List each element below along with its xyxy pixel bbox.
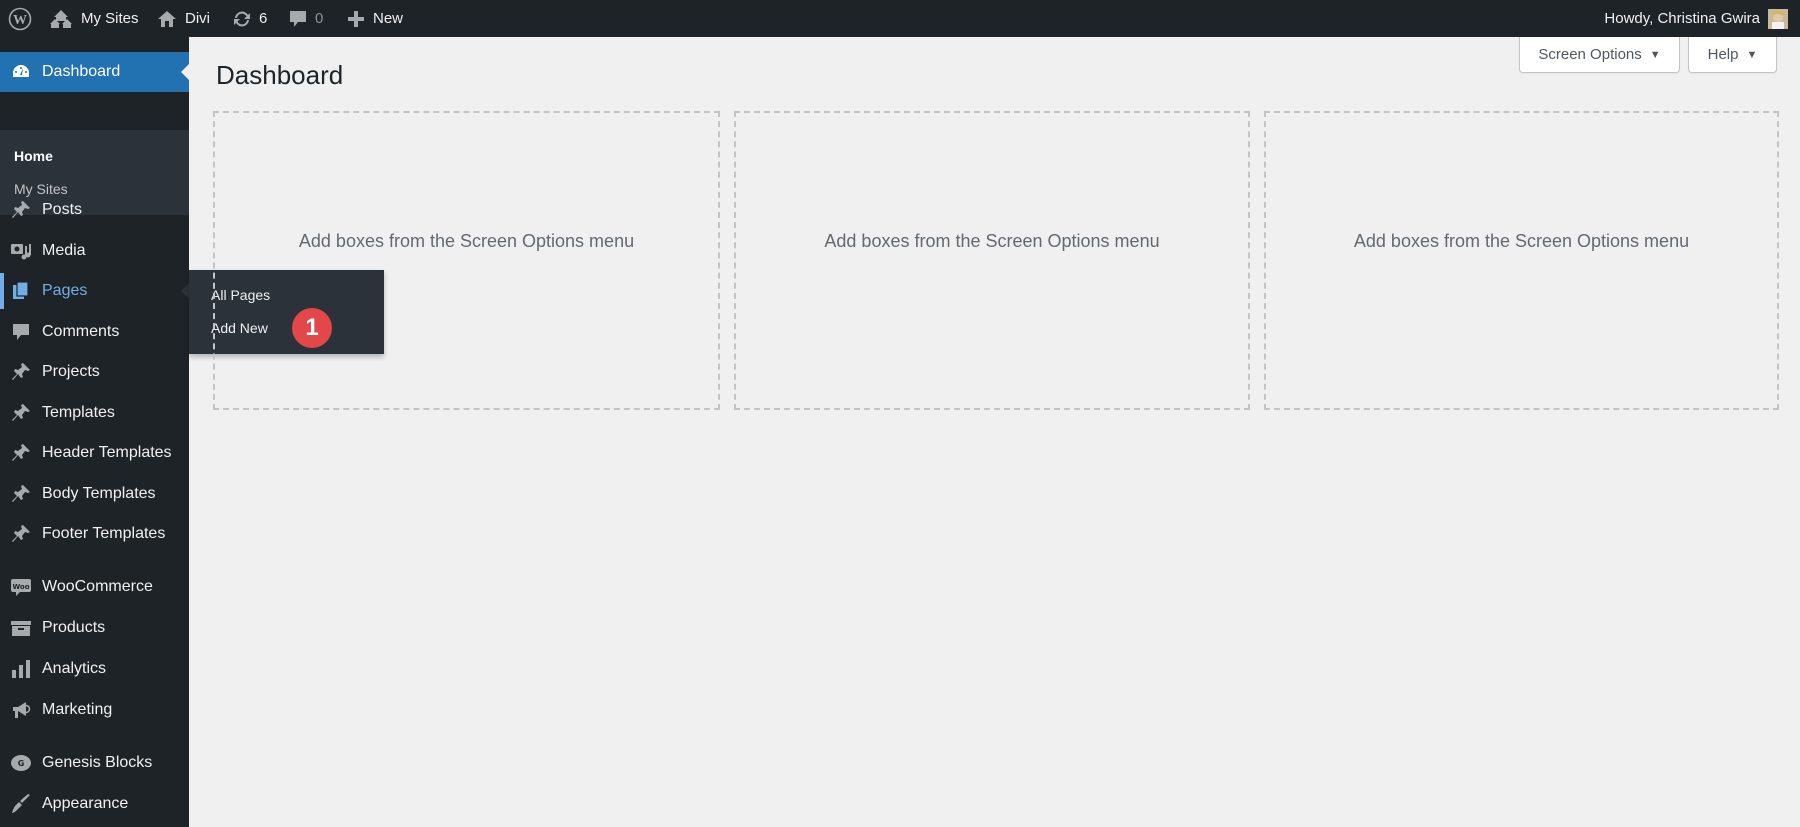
new-content-menu[interactable]: New bbox=[347, 0, 403, 37]
caret-down-icon: ▼ bbox=[1649, 48, 1661, 61]
pin-icon bbox=[10, 402, 32, 424]
comments-count: 0 bbox=[315, 10, 324, 27]
help-label: Help bbox=[1707, 46, 1739, 63]
brush-icon bbox=[10, 793, 32, 815]
comments-menu[interactable]: 0 bbox=[289, 0, 323, 37]
sidebar-item-marketing[interactable]: Marketing bbox=[0, 690, 189, 730]
plus-icon bbox=[347, 10, 365, 28]
sidebar-item-label: Appearance bbox=[42, 795, 129, 812]
sidebar-item-label: Posts bbox=[42, 201, 83, 218]
my-sites-label: My Sites bbox=[81, 10, 139, 27]
sidebar-item-posts[interactable]: Posts bbox=[0, 190, 189, 230]
site-name-menu[interactable]: Divi bbox=[157, 0, 210, 37]
pin-icon bbox=[10, 442, 32, 464]
sidebar-item-label: Analytics bbox=[42, 660, 107, 677]
bar-chart-icon bbox=[10, 658, 32, 680]
sidebar-item-label: Templates bbox=[42, 404, 115, 421]
screen-options-button[interactable]: Screen Options ▼ bbox=[1519, 37, 1680, 73]
dashboard-widget-dropzone: Add boxes from the Screen Options menu bbox=[213, 111, 720, 410]
sidebar-item-label: WooCommerce bbox=[42, 578, 153, 595]
sidebar-item-label: Footer Templates bbox=[42, 525, 166, 542]
dropzone-placeholder: Add boxes from the Screen Options menu bbox=[1353, 231, 1690, 251]
svg-text:G: G bbox=[18, 759, 25, 768]
megaphone-icon bbox=[10, 699, 32, 721]
updates-menu[interactable]: 6 bbox=[231, 0, 267, 37]
sidebar-item-body-templates[interactable]: Body Templates bbox=[0, 474, 189, 514]
sidebar-item-label: Comments bbox=[42, 323, 120, 340]
media-icon bbox=[10, 240, 32, 262]
sidebar-item-label: Pages bbox=[42, 282, 88, 299]
pin-icon bbox=[10, 361, 32, 383]
dashboard-widget-dropzone: Add boxes from the Screen Options menu bbox=[734, 111, 1250, 410]
sidebar-item-label: Body Templates bbox=[42, 485, 156, 502]
comment-icon bbox=[10, 321, 32, 343]
screen-options-label: Screen Options bbox=[1538, 46, 1642, 63]
sidebar-item-label: Dashboard bbox=[42, 63, 121, 80]
dropzone-placeholder: Add boxes from the Screen Options menu bbox=[824, 231, 1160, 251]
archive-icon bbox=[10, 617, 32, 639]
sidebar-item-projects[interactable]: Projects bbox=[0, 352, 189, 392]
caret-down-icon: ▼ bbox=[1746, 48, 1758, 61]
updates-icon bbox=[231, 9, 253, 29]
sidebar-item-label: Marketing bbox=[42, 701, 113, 718]
sidebar-item-comments[interactable]: Comments bbox=[0, 312, 189, 352]
sidebar-item-footer-templates[interactable]: Footer Templates bbox=[0, 514, 189, 554]
site-name-label: Divi bbox=[185, 10, 210, 27]
updates-count: 6 bbox=[259, 10, 268, 27]
sidebar-item-products[interactable]: Products bbox=[0, 608, 189, 648]
wp-logo-menu[interactable]: W bbox=[8, 0, 32, 37]
admin-sidebar: Dashboard Home My Sites Posts Media Page… bbox=[0, 37, 189, 827]
page-title: Dashboard bbox=[216, 60, 344, 90]
user-avatar bbox=[1768, 8, 1788, 29]
dropzone-placeholder: Add boxes from the Screen Options menu bbox=[298, 231, 635, 251]
pin-icon bbox=[10, 523, 32, 545]
wordpress-logo-icon: W bbox=[8, 7, 32, 31]
my-sites-menu[interactable]: My Sites bbox=[49, 0, 139, 37]
sidebar-item-label: Products bbox=[42, 619, 106, 636]
sidebar-item-media[interactable]: Media bbox=[0, 231, 189, 271]
new-label: New bbox=[373, 10, 404, 27]
woo-icon: Woo bbox=[10, 576, 32, 598]
genesis-icon: G bbox=[10, 752, 32, 774]
admin-bar: W My Sites Divi 6 0 New Howdy, Christina… bbox=[0, 0, 1800, 37]
pin-icon bbox=[10, 199, 32, 221]
my-sites-icon bbox=[49, 9, 73, 29]
help-button[interactable]: Help ▼ bbox=[1688, 37, 1777, 73]
sidebar-item-label: Header Templates bbox=[42, 444, 172, 461]
sidebar-item-genesis-blocks[interactable]: G Genesis Blocks bbox=[0, 743, 189, 783]
sidebar-item-templates[interactable]: Templates bbox=[0, 393, 189, 433]
sidebar-item-label: Projects bbox=[42, 363, 100, 380]
sidebar-item-pages[interactable]: Pages bbox=[0, 271, 189, 311]
dashboard-widget-dropzone: Add boxes from the Screen Options menu bbox=[1264, 111, 1779, 410]
sidebar-item-appearance[interactable]: Appearance bbox=[0, 784, 189, 824]
submenu-item-home[interactable]: Home bbox=[14, 148, 53, 164]
my-account-menu[interactable]: Howdy, Christina Gwira bbox=[1604, 0, 1788, 37]
svg-text:W: W bbox=[13, 13, 27, 28]
pages-icon bbox=[10, 280, 32, 302]
sidebar-item-woocommerce[interactable]: Woo WooCommerce bbox=[0, 567, 189, 607]
sidebar-item-label: Genesis Blocks bbox=[42, 754, 153, 771]
comment-icon bbox=[289, 9, 307, 29]
howdy-greeting: Howdy, Christina Gwira bbox=[1604, 10, 1760, 27]
svg-text:Woo: Woo bbox=[12, 583, 29, 591]
sidebar-item-dashboard[interactable]: Dashboard bbox=[0, 52, 189, 92]
sidebar-item-label: Media bbox=[42, 242, 86, 259]
home-icon bbox=[157, 9, 177, 29]
sidebar-item-analytics[interactable]: Analytics bbox=[0, 649, 189, 689]
dashboard-icon bbox=[10, 61, 32, 83]
sidebar-item-header-templates[interactable]: Header Templates bbox=[0, 433, 189, 473]
pin-icon bbox=[10, 483, 32, 505]
